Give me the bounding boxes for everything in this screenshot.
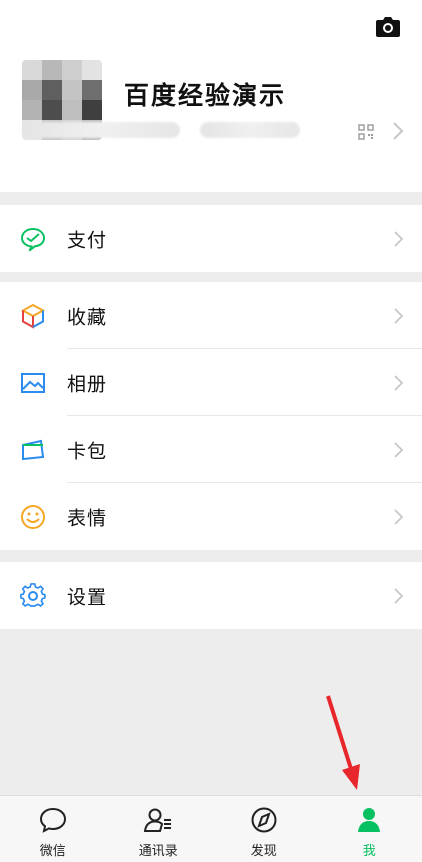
profile-name: 百度经验演示	[124, 81, 287, 110]
person-icon	[354, 806, 384, 834]
camera-button[interactable]	[374, 16, 402, 38]
menu-item-pay[interactable]: 支付	[0, 205, 422, 272]
menu-item-favorites[interactable]: 收藏	[0, 282, 422, 349]
pay-group: 支付	[0, 205, 422, 272]
chevron-right-icon	[394, 508, 404, 525]
tab-label-discover: 发现	[250, 844, 277, 859]
tab-chats[interactable]: 微信	[0, 796, 106, 862]
wechat-pay-icon	[20, 226, 46, 252]
camera-icon	[376, 17, 400, 37]
menu-item-settings[interactable]: 设置	[0, 562, 422, 629]
annotation-arrow	[326, 695, 360, 790]
bottom-tab-bar: 微信 通讯录 发现 我	[0, 795, 422, 862]
chevron-right-icon	[394, 307, 404, 324]
chevron-right-icon	[394, 374, 404, 391]
chevron-right-icon	[394, 441, 404, 458]
menu-label-stickers: 表情	[67, 507, 108, 529]
tab-label-me: 我	[362, 844, 376, 859]
contacts-icon	[143, 806, 173, 834]
wallet-icon	[20, 437, 46, 463]
menu-item-cards[interactable]: 卡包	[0, 416, 422, 483]
tab-label-contacts: 通讯录	[138, 844, 178, 859]
menu-label-album: 相册	[67, 373, 108, 395]
chevron-right-icon	[394, 587, 404, 604]
content-group: 收藏 相册 卡包 表情	[0, 282, 422, 550]
tab-label-chats: 微信	[39, 844, 66, 859]
menu-item-album[interactable]: 相册	[0, 349, 422, 416]
wechat-id-blurred	[22, 122, 180, 138]
cube-icon	[20, 303, 46, 329]
qr-code-icon[interactable]	[358, 124, 374, 140]
tab-contacts[interactable]: 通讯录	[106, 796, 212, 862]
wechat-id-blurred-2	[200, 122, 300, 138]
smile-icon	[20, 504, 46, 530]
menu-label-settings: 设置	[67, 586, 108, 608]
tab-discover[interactable]: 发现	[211, 796, 317, 862]
chat-bubble-icon	[38, 806, 68, 834]
tab-me[interactable]: 我	[317, 796, 422, 862]
photo-icon	[20, 370, 46, 396]
chevron-right-icon	[393, 122, 404, 140]
profile-header[interactable]: 百度经验演示	[0, 0, 422, 192]
menu-label-pay: 支付	[67, 229, 108, 251]
gear-icon	[20, 582, 46, 609]
menu-label-cards: 卡包	[67, 440, 108, 462]
menu-item-stickers[interactable]: 表情	[0, 483, 422, 550]
settings-group: 设置	[0, 562, 422, 629]
chevron-right-icon	[394, 230, 404, 247]
compass-icon	[249, 806, 279, 834]
menu-label-favorites: 收藏	[67, 306, 108, 328]
